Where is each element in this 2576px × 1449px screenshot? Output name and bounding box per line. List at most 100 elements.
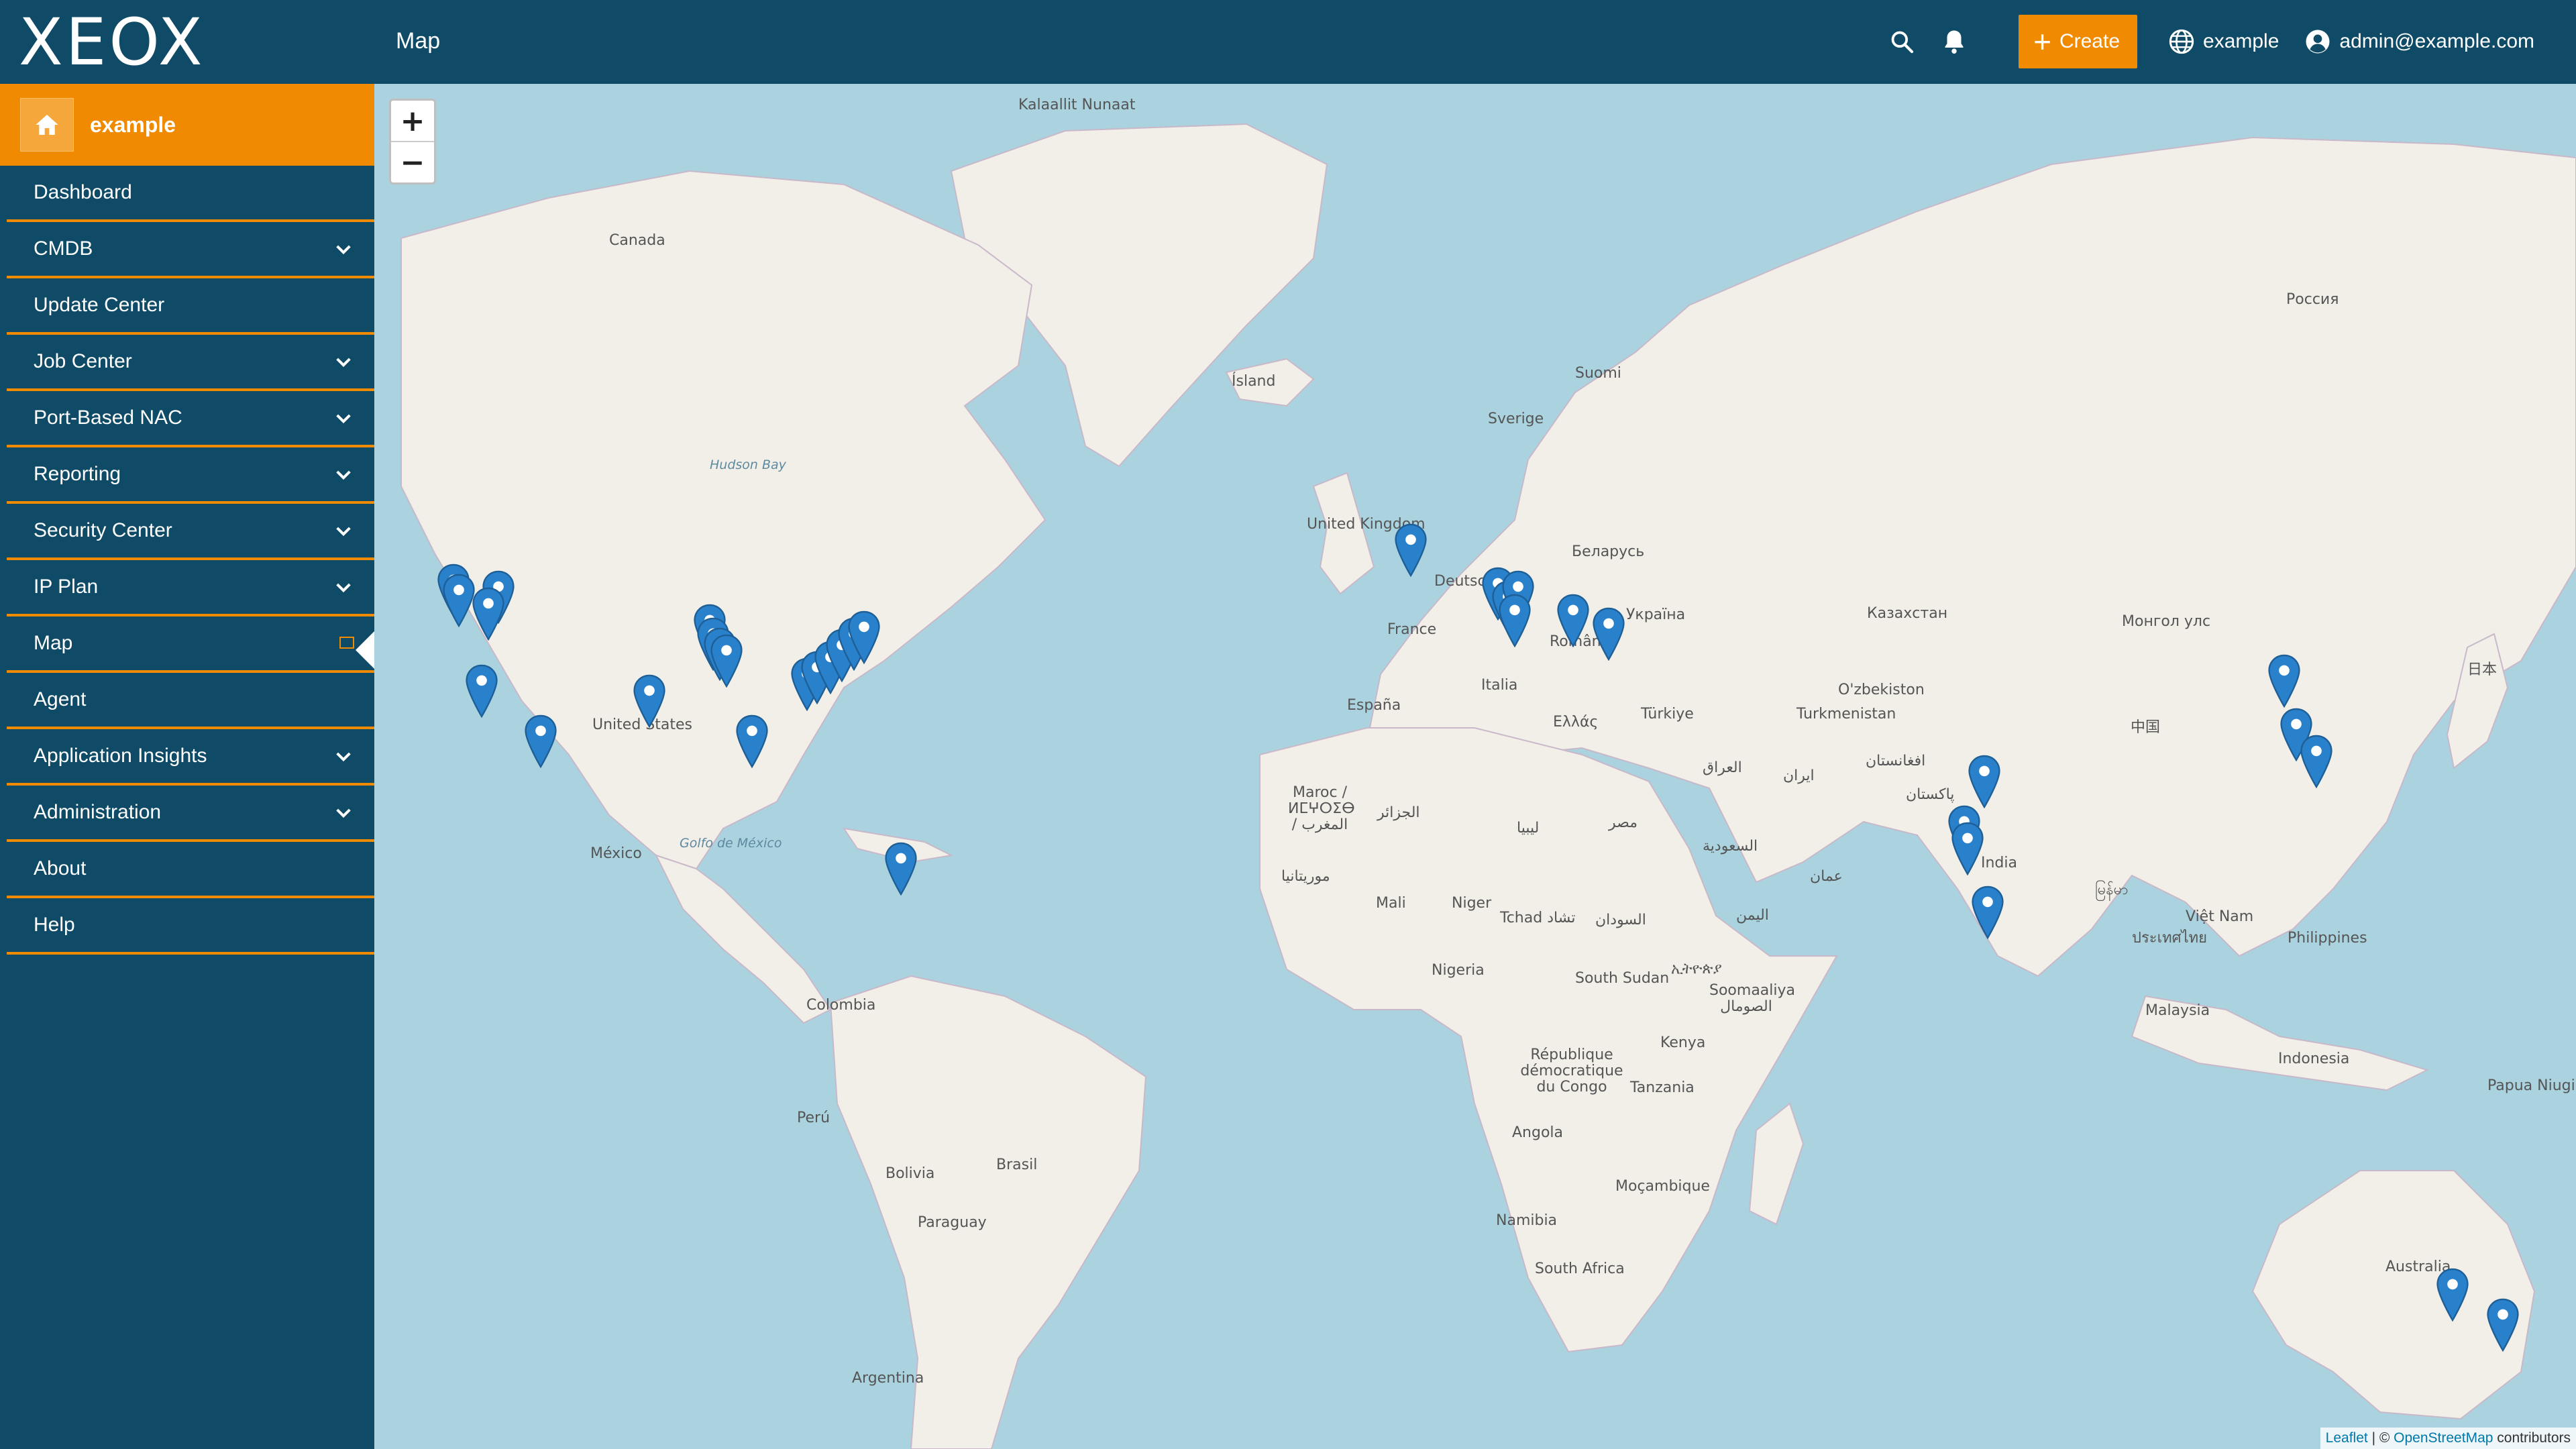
chevron-down-icon bbox=[336, 358, 351, 368]
tenant-name: example bbox=[90, 112, 176, 137]
device-marker-pin[interactable] bbox=[633, 674, 666, 728]
zoom-out-button[interactable]: − bbox=[391, 141, 434, 182]
map-label: Ελλάς bbox=[1553, 714, 1599, 731]
sidebar-item-map[interactable]: Map bbox=[7, 616, 374, 673]
app-logo[interactable]: XEOX bbox=[19, 10, 205, 74]
map-label: العراق bbox=[1703, 759, 1742, 776]
bell-icon[interactable] bbox=[1939, 27, 1969, 56]
sidebar-item-dashboard[interactable]: Dashboard bbox=[7, 166, 374, 222]
sidebar-item-update-center[interactable]: Update Center bbox=[7, 278, 374, 335]
plus-icon: + bbox=[2033, 24, 2051, 59]
attribution-suffix: contributors bbox=[2493, 1430, 2571, 1446]
map-label: ليبيا bbox=[1517, 820, 1540, 837]
map-label: O'zbekiston bbox=[1838, 682, 1925, 698]
device-marker-pin[interactable] bbox=[847, 610, 881, 664]
sidebar-item-cmdb[interactable]: CMDB bbox=[7, 222, 374, 278]
sidebar-item-label: Job Center bbox=[34, 350, 132, 372]
device-marker-pin[interactable] bbox=[2436, 1268, 2469, 1322]
map-label: 中国 bbox=[2131, 719, 2161, 736]
device-marker-pin[interactable] bbox=[524, 714, 557, 768]
home-icon[interactable] bbox=[20, 98, 74, 152]
sidebar-item-security-center[interactable]: Security Center bbox=[7, 504, 374, 560]
device-marker-pin[interactable] bbox=[1556, 594, 1590, 647]
map-label: Nigeria bbox=[1432, 962, 1485, 979]
map-label: Монгол улс bbox=[2122, 613, 2211, 630]
map-label: Niger bbox=[1452, 895, 1492, 912]
map-label: Ísland bbox=[1232, 373, 1276, 390]
device-marker-pin[interactable] bbox=[1971, 885, 2004, 939]
map-label: Golfo de México bbox=[680, 836, 782, 851]
search-icon[interactable] bbox=[1887, 27, 1917, 56]
tenant-header[interactable]: example bbox=[0, 84, 374, 166]
sidebar-item-job-center[interactable]: Job Center bbox=[7, 335, 374, 391]
device-marker-pin[interactable] bbox=[465, 664, 498, 718]
map-label: Canada bbox=[609, 232, 665, 249]
sidebar-item-label: Help bbox=[34, 914, 75, 936]
sidebar-item-agent[interactable]: Agent bbox=[7, 673, 374, 729]
world-map[interactable]: + − Kalaallit Nunaat Canada Hudson Bay U… bbox=[374, 84, 2576, 1449]
map-label: Suomi bbox=[1575, 365, 1621, 382]
map-label: Україна bbox=[1626, 606, 1686, 623]
device-marker-pin[interactable] bbox=[2486, 1298, 2520, 1352]
chevron-down-icon bbox=[336, 470, 351, 480]
map-label: Papua Niugini bbox=[2487, 1077, 2576, 1094]
sidebar-item-about[interactable]: About bbox=[7, 842, 374, 898]
device-marker-pin[interactable] bbox=[442, 574, 476, 627]
map-label: پاکستان bbox=[1906, 786, 1955, 803]
map-label: Tanzania bbox=[1630, 1079, 1695, 1096]
map-label: ประเทศไทย bbox=[2132, 930, 2208, 947]
device-marker-pin[interactable] bbox=[472, 587, 505, 641]
active-indicator-icon bbox=[339, 637, 354, 649]
openstreetmap-link[interactable]: OpenStreetMap bbox=[2394, 1430, 2493, 1446]
device-marker-pin[interactable] bbox=[2300, 735, 2333, 788]
chevron-down-icon bbox=[336, 808, 351, 818]
sidebar-item-help[interactable]: Help bbox=[7, 898, 374, 955]
map-label: Bolivia bbox=[885, 1165, 935, 1182]
map-label: 日本 bbox=[2467, 661, 2498, 678]
user-menu-label: admin@example.com bbox=[2339, 30, 2534, 52]
map-label: Moçambique bbox=[1615, 1178, 1710, 1195]
app-window: XEOX Map + Create example admin@example.… bbox=[0, 0, 2576, 1449]
map-label: México bbox=[590, 845, 642, 862]
map-label: Tchad تشاد bbox=[1500, 910, 1576, 926]
sidebar: example Dashboard CMDB Update Center Job… bbox=[0, 84, 374, 1449]
tenant-switcher[interactable]: example bbox=[2168, 28, 2279, 55]
device-marker-pin[interactable] bbox=[735, 714, 769, 768]
device-marker-pin[interactable] bbox=[884, 842, 918, 896]
sidebar-nav: Dashboard CMDB Update Center Job Center … bbox=[7, 166, 374, 955]
device-marker-pin[interactable] bbox=[1951, 822, 1984, 875]
sidebar-item-ip-plan[interactable]: IP Plan bbox=[7, 560, 374, 616]
map-label: افغانستان bbox=[1866, 753, 1926, 769]
page-title: Map bbox=[396, 28, 441, 54]
attribution-separator: | © bbox=[2367, 1430, 2394, 1446]
device-marker-pin[interactable] bbox=[710, 634, 743, 688]
chevron-down-icon bbox=[336, 583, 351, 593]
map-label: Hudson Bay bbox=[710, 458, 786, 472]
map-label: Беларусь bbox=[1572, 543, 1645, 560]
sidebar-item-label: Agent bbox=[34, 688, 87, 710]
zoom-in-button[interactable]: + bbox=[391, 101, 434, 141]
sidebar-item-port-based-nac[interactable]: Port-Based NAC bbox=[7, 391, 374, 447]
device-marker-pin[interactable] bbox=[1592, 607, 1625, 661]
map-label: Philippines bbox=[2288, 930, 2367, 947]
sidebar-item-application-insights[interactable]: Application Insights bbox=[7, 729, 374, 786]
create-button[interactable]: + Create bbox=[2019, 15, 2138, 68]
map-label: ኢትዮጵያ bbox=[1671, 961, 1722, 977]
map-label: Mali bbox=[1376, 895, 1406, 912]
map-label: Colombia bbox=[806, 997, 876, 1014]
sidebar-item-label: Administration bbox=[34, 801, 162, 823]
device-marker-pin[interactable] bbox=[2267, 654, 2301, 708]
map-label: الجزائر bbox=[1377, 804, 1420, 821]
device-marker-pin[interactable] bbox=[1498, 594, 1532, 647]
map-label: موريتانيا bbox=[1281, 868, 1330, 885]
globe-icon bbox=[2169, 29, 2194, 54]
user-menu[interactable]: admin@example.com bbox=[2304, 28, 2534, 55]
device-marker-pin[interactable] bbox=[1968, 755, 2001, 808]
map-label: Argentina bbox=[852, 1370, 924, 1387]
chevron-down-icon bbox=[336, 414, 351, 424]
map-label: السودان bbox=[1595, 912, 1646, 928]
device-marker-pin[interactable] bbox=[1394, 523, 1428, 577]
sidebar-item-administration[interactable]: Administration bbox=[7, 786, 374, 842]
leaflet-link[interactable]: Leaflet bbox=[2326, 1430, 2368, 1446]
sidebar-item-reporting[interactable]: Reporting bbox=[7, 447, 374, 504]
